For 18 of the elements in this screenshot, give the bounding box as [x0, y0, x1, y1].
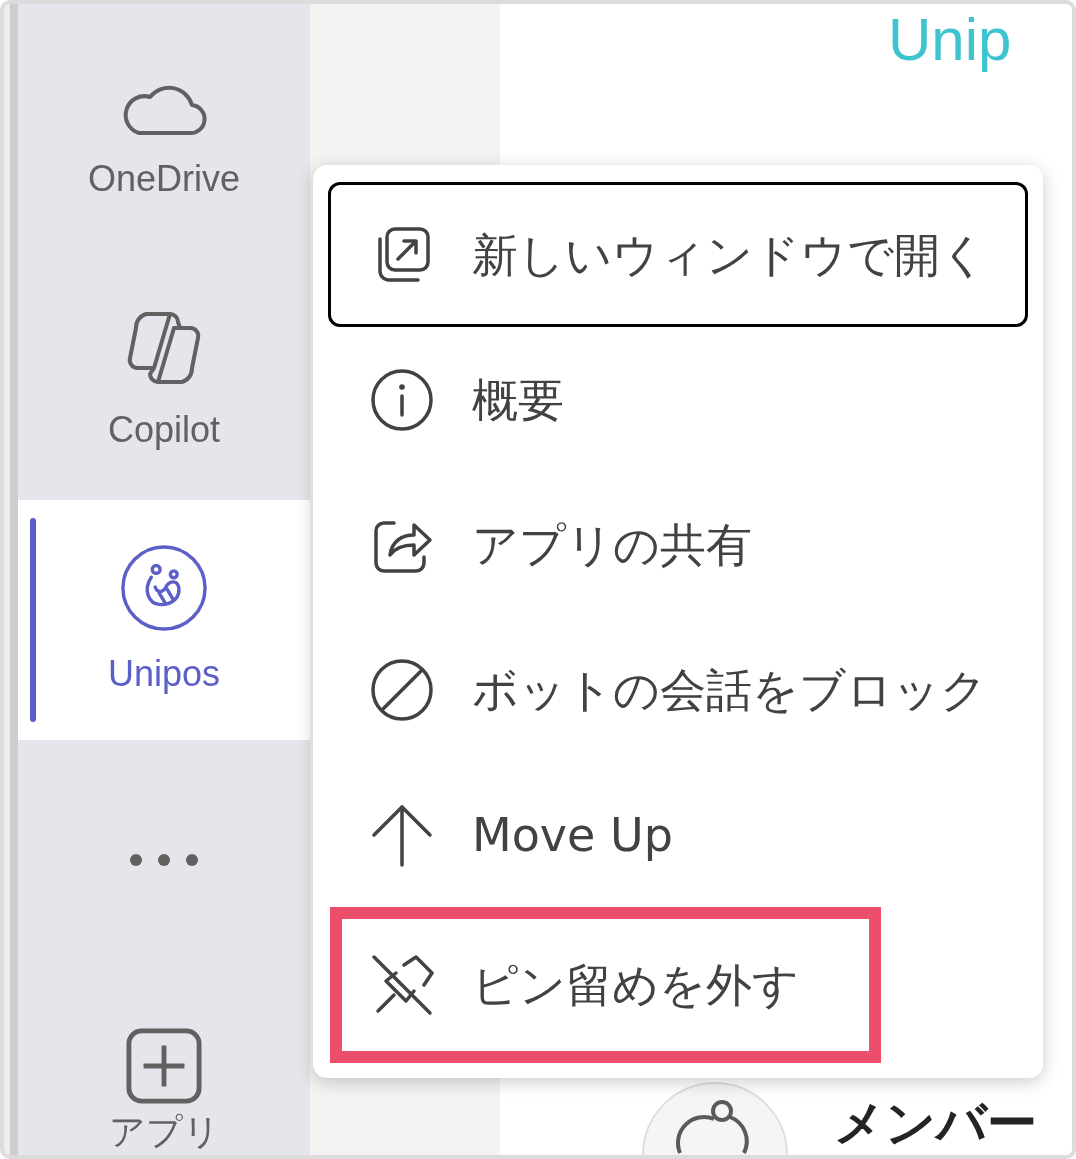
- info-icon: [370, 367, 434, 432]
- logo-text: Unip: [888, 5, 1012, 75]
- sidebar-item[interactable]: Unipos: [18, 500, 310, 740]
- unpin-icon: [370, 953, 434, 1017]
- section-title: メンバー: [834, 1093, 1037, 1154]
- menu-item[interactable]: 新しいウィンドウで開く: [328, 182, 1028, 327]
- menu-item[interactable]: アプリの共有: [328, 472, 1028, 617]
- sidebar-item[interactable]: Copilot: [18, 260, 310, 500]
- add-icon: [126, 1028, 202, 1104]
- sidebar-item[interactable]: アプリ: [18, 980, 310, 1154]
- menu-item[interactable]: Move Up: [328, 762, 1028, 907]
- sidebar-item[interactable]: OneDrive: [18, 20, 310, 260]
- menu-item[interactable]: 概要: [328, 327, 1028, 472]
- more-icon: [129, 853, 199, 867]
- circled-figure-icon: [120, 544, 208, 632]
- block-icon: [370, 657, 434, 722]
- menu-item[interactable]: ボットの会話をブロック: [328, 617, 1028, 762]
- menu-item[interactable]: ピン留めを外す: [330, 907, 881, 1063]
